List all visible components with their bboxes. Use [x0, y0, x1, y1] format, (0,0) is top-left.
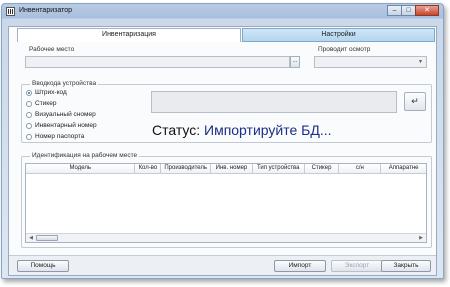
- column-header-device-type[interactable]: Тип устройства: [253, 164, 305, 174]
- radio-visual-number[interactable]: Визуальный сномер: [26, 110, 96, 119]
- barcode-input[interactable]: [151, 91, 397, 113]
- radio-dot: [26, 89, 32, 96]
- tab-inventory[interactable]: Инвентаризация: [17, 28, 241, 42]
- title-bar[interactable]: Инвентаризатор – □ ✕: [2, 4, 443, 20]
- scroll-left-icon[interactable]: ◀: [27, 235, 35, 241]
- enter-button[interactable]: ↵: [404, 92, 426, 111]
- tab-settings[interactable]: Настройки: [242, 28, 435, 42]
- horizontal-scrollbar[interactable]: ◀ ▶: [26, 233, 426, 242]
- close-button[interactable]: Закрыть: [381, 260, 431, 272]
- radio-label: Стикер: [35, 100, 57, 107]
- maximize-button[interactable]: □: [401, 5, 416, 16]
- return-arrow-icon: ↵: [411, 96, 419, 106]
- chevron-down-icon: ▼: [418, 59, 423, 65]
- column-header-sticker[interactable]: Стикер: [305, 164, 340, 174]
- button-bar: Помощь Импорт Экспорт Закрыть: [9, 255, 436, 275]
- radio-label: Штрих-код: [35, 89, 67, 96]
- radio-passport-number[interactable]: Номер паспорта: [26, 132, 84, 141]
- radio-dot: [26, 133, 32, 140]
- workplace-field[interactable]: [25, 56, 290, 68]
- radio-inventory-number[interactable]: Инвентарный номер: [26, 121, 97, 130]
- minimize-button[interactable]: –: [387, 5, 402, 16]
- column-header-hardware[interactable]: Аппаратне: [381, 164, 426, 174]
- radio-dot: [26, 100, 32, 107]
- table-header: Модель Кол-во Производитель Инв. номер Т…: [26, 164, 426, 174]
- status-caption: Статус:: [152, 122, 201, 138]
- devices-table[interactable]: Модель Кол-во Производитель Инв. номер Т…: [25, 163, 427, 243]
- window-title: Инвентаризатор: [19, 7, 72, 14]
- app-window: Инвентаризатор – □ ✕ Инвентаризация Наст…: [1, 3, 444, 279]
- close-window-button[interactable]: ✕: [415, 5, 439, 16]
- radio-label: Инвентарный номер: [35, 122, 97, 129]
- main-panel: Инвентаризация Настройки Рабочее место .…: [8, 26, 437, 276]
- radio-label: Номер паспорта: [35, 133, 85, 140]
- app-icon: [6, 7, 15, 16]
- column-header-serial[interactable]: с/н: [339, 164, 382, 174]
- radio-dot: [26, 122, 32, 129]
- column-header-qty[interactable]: Кол-во: [135, 164, 162, 174]
- export-button[interactable]: Экспорт: [331, 260, 383, 272]
- import-button[interactable]: Импорт: [274, 260, 326, 272]
- radio-sticker[interactable]: Стикер: [26, 99, 56, 108]
- scroll-thumb[interactable]: [36, 235, 58, 241]
- auditor-label: Проводит осмотр: [318, 46, 371, 53]
- column-header-manufacturer[interactable]: Производитель: [161, 164, 212, 174]
- column-header-model[interactable]: Модель: [26, 164, 136, 174]
- radio-label: Визуальный сномер: [35, 111, 96, 118]
- input-method-title: Вводкода устройства: [30, 80, 99, 87]
- workplace-label: Рабочее место: [29, 46, 75, 53]
- radio-barcode[interactable]: Штрих-код: [26, 88, 67, 97]
- scroll-right-icon[interactable]: ▶: [417, 235, 425, 241]
- window-controls: – □ ✕: [387, 5, 439, 16]
- status-text: Импортируйте БД...: [204, 122, 332, 138]
- identification-title: Идентификация на рабочем месте: [30, 152, 140, 159]
- workplace-browse-button[interactable]: ...: [290, 56, 300, 68]
- column-header-inv-number[interactable]: Инв. номер: [211, 164, 253, 174]
- radio-dot: [26, 111, 32, 118]
- auditor-select[interactable]: ▼: [314, 56, 427, 68]
- help-button[interactable]: Помощь: [17, 260, 69, 272]
